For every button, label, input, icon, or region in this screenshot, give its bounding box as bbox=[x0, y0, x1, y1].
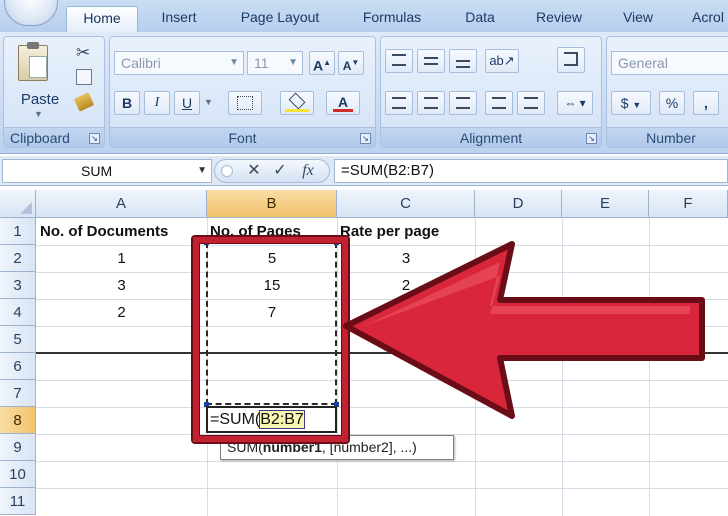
cell-a4[interactable]: 2 bbox=[36, 299, 207, 326]
chevron-down-icon: ▼ bbox=[197, 165, 207, 176]
alignment-group: ab↗ ⇔ ▾ Alignment ↘ bbox=[380, 36, 602, 148]
paste-dropdown-icon[interactable]: ▼ bbox=[34, 109, 43, 119]
gridline bbox=[36, 461, 728, 462]
number-label: Number bbox=[607, 127, 728, 147]
row-header-6[interactable]: 6 bbox=[0, 353, 36, 380]
row-header-11[interactable]: 11 bbox=[0, 488, 36, 515]
align-left-icon[interactable] bbox=[385, 91, 413, 115]
font-size-combo[interactable]: 11 ▼ bbox=[247, 51, 303, 75]
decrease-indent-icon[interactable] bbox=[485, 91, 513, 115]
font-label: Font bbox=[110, 127, 375, 147]
tab-insert[interactable]: Insert bbox=[148, 6, 210, 32]
underline-dropdown-icon[interactable]: ▼ bbox=[204, 97, 213, 107]
clipboard-group: Paste ▼ ✂ Clipboard ↘ bbox=[3, 36, 105, 148]
column-header-f[interactable]: F bbox=[649, 190, 728, 218]
bold-button[interactable]: B bbox=[114, 91, 140, 115]
align-center-icon[interactable] bbox=[417, 91, 445, 115]
wrap-text-icon[interactable] bbox=[557, 47, 585, 73]
top-align-icon[interactable] bbox=[385, 49, 413, 73]
font-size-value: 11 bbox=[254, 55, 269, 71]
italic-button[interactable]: I bbox=[144, 91, 170, 115]
number-group: General $ ▼ % , Number bbox=[606, 36, 728, 148]
insert-function-icon[interactable]: fx bbox=[297, 161, 319, 181]
bottom-align-icon[interactable] bbox=[449, 49, 477, 73]
format-painter-icon[interactable] bbox=[73, 92, 95, 112]
increase-indent-icon[interactable] bbox=[517, 91, 545, 115]
currency-button[interactable]: $ ▼ bbox=[611, 91, 651, 115]
gridline bbox=[36, 488, 728, 489]
percent-button[interactable]: % bbox=[659, 91, 685, 115]
currency-label: $ bbox=[620, 95, 629, 111]
fill-color-icon[interactable] bbox=[280, 91, 314, 115]
tab-home[interactable]: Home bbox=[66, 6, 138, 32]
chevron-down-icon: ▼ bbox=[229, 57, 239, 68]
office-button[interactable] bbox=[4, 0, 58, 26]
name-box-value: SUM bbox=[81, 163, 113, 179]
comma-button[interactable]: , bbox=[693, 91, 719, 115]
formula-buttons: ✕ ✓ fx bbox=[214, 159, 330, 183]
column-header-e[interactable]: E bbox=[562, 190, 649, 218]
row-header-5[interactable]: 5 bbox=[0, 326, 36, 353]
name-box[interactable]: SUM ▼ bbox=[2, 159, 212, 183]
annotation-highlight-box bbox=[193, 237, 348, 442]
underline-button[interactable]: U bbox=[174, 91, 200, 115]
cut-icon[interactable]: ✂ bbox=[76, 43, 90, 63]
paste-icon[interactable] bbox=[18, 42, 48, 81]
tab-review[interactable]: Review bbox=[524, 6, 594, 32]
cell-a2[interactable]: 1 bbox=[36, 245, 207, 272]
row-header-1[interactable]: 1 bbox=[0, 218, 36, 245]
chevron-down-icon: ▼ bbox=[288, 57, 298, 68]
ribbon-tabs: Home Insert Page Layout Formulas Data Re… bbox=[0, 0, 728, 32]
number-format-combo[interactable]: General bbox=[611, 51, 728, 75]
tab-page-layout[interactable]: Page Layout bbox=[228, 6, 332, 32]
borders-icon[interactable] bbox=[228, 91, 262, 115]
grow-font-icon[interactable]: A▲ bbox=[309, 51, 335, 75]
font-group: Calibri ▼ 11 ▼ A▲ A▼ B I U ▼ A Font ↘ bbox=[109, 36, 376, 148]
font-launcher-icon[interactable]: ↘ bbox=[360, 133, 371, 144]
row-header-7[interactable]: 7 bbox=[0, 380, 36, 407]
middle-align-icon[interactable] bbox=[417, 49, 445, 73]
column-header-c[interactable]: C bbox=[337, 190, 475, 218]
row-header-10[interactable]: 10 bbox=[0, 461, 36, 488]
formula-input[interactable]: =SUM(B2:B7) bbox=[334, 159, 728, 183]
cell-a3[interactable]: 3 bbox=[36, 272, 207, 299]
row-header-9[interactable]: 9 bbox=[0, 434, 36, 461]
formula-bar-handle[interactable] bbox=[221, 165, 233, 177]
font-color-icon[interactable]: A bbox=[326, 91, 360, 115]
font-name-value: Calibri bbox=[121, 55, 161, 71]
row-header-3[interactable]: 3 bbox=[0, 272, 36, 299]
enter-icon[interactable]: ✓ bbox=[269, 161, 291, 181]
tab-formulas[interactable]: Formulas bbox=[350, 6, 434, 32]
column-header-a[interactable]: A bbox=[36, 190, 207, 218]
paste-button[interactable]: Paste bbox=[10, 91, 70, 108]
merge-center-icon[interactable]: ⇔ ▾ bbox=[557, 91, 593, 115]
alignment-launcher-icon[interactable]: ↘ bbox=[586, 133, 597, 144]
orientation-icon[interactable]: ab↗ bbox=[485, 49, 519, 73]
column-header-d[interactable]: D bbox=[475, 190, 562, 218]
number-format-value: General bbox=[618, 55, 668, 71]
row-header-8[interactable]: 8 bbox=[0, 407, 36, 434]
copy-icon[interactable] bbox=[76, 69, 92, 85]
annotation-arrow-icon bbox=[343, 241, 705, 419]
cancel-icon[interactable]: ✕ bbox=[243, 161, 265, 181]
column-header-b[interactable]: B bbox=[207, 190, 337, 218]
select-all-button[interactable] bbox=[0, 190, 36, 218]
font-name-combo[interactable]: Calibri ▼ bbox=[114, 51, 244, 75]
align-right-icon[interactable] bbox=[449, 91, 477, 115]
row-header-2[interactable]: 2 bbox=[0, 245, 36, 272]
clipboard-launcher-icon[interactable]: ↘ bbox=[89, 133, 100, 144]
shrink-font-icon[interactable]: A▼ bbox=[338, 51, 364, 75]
ribbon: Paste ▼ ✂ Clipboard ↘ Calibri ▼ 11 ▼ A▲ A▼… bbox=[0, 32, 728, 154]
tab-acrobat[interactable]: Acrol bbox=[682, 6, 728, 32]
tab-data[interactable]: Data bbox=[452, 6, 508, 32]
alignment-label: Alignment bbox=[381, 127, 601, 147]
row-header-4[interactable]: 4 bbox=[0, 299, 36, 326]
tab-view[interactable]: View bbox=[610, 6, 666, 32]
chevron-down-icon: ▼ bbox=[632, 100, 642, 110]
formula-bar: SUM ▼ ✕ ✓ fx =SUM(B2:B7) bbox=[0, 156, 728, 186]
cell-a1[interactable]: No. of Documents bbox=[40, 218, 168, 245]
